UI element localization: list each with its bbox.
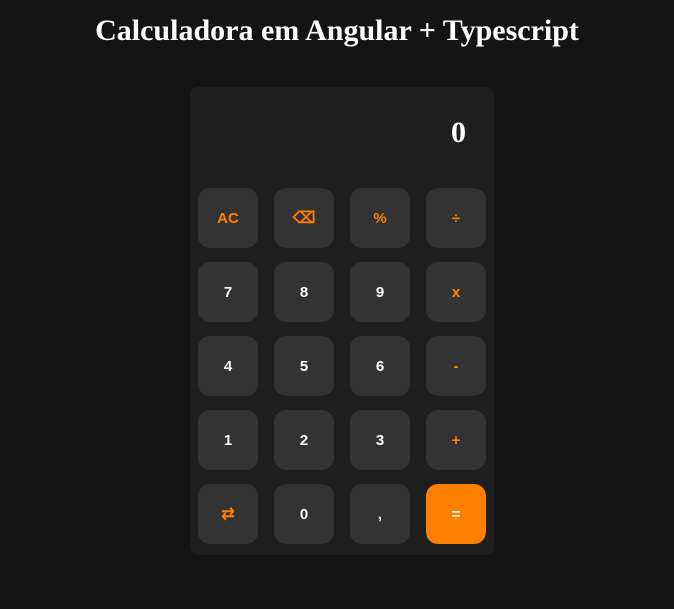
clear-button[interactable]: AC — [198, 188, 258, 248]
digit-8-button[interactable]: 8 — [274, 262, 334, 322]
digit-1-button[interactable]: 1 — [198, 410, 258, 470]
divide-button[interactable]: ÷ — [426, 188, 486, 248]
decimal-button[interactable]: , — [350, 484, 410, 544]
calculator: 0 AC ⌫ % ÷ 7 8 9 x 4 5 6 - 1 2 3 + ⇄ 0 ,… — [190, 87, 494, 555]
backspace-button[interactable]: ⌫ — [274, 188, 334, 248]
backspace-icon: ⌫ — [292, 210, 316, 227]
digit-0-button[interactable]: 0 — [274, 484, 334, 544]
display: 0 — [190, 87, 494, 179]
toggle-sign-button[interactable]: ⇄ — [198, 484, 258, 544]
digit-3-button[interactable]: 3 — [350, 410, 410, 470]
equals-button[interactable]: = — [426, 484, 486, 544]
percent-button[interactable]: % — [350, 188, 410, 248]
multiply-button[interactable]: x — [426, 262, 486, 322]
swap-arrows-icon: ⇄ — [221, 506, 235, 523]
display-value: 0 — [451, 116, 466, 149]
digit-9-button[interactable]: 9 — [350, 262, 410, 322]
digit-6-button[interactable]: 6 — [350, 336, 410, 396]
digit-2-button[interactable]: 2 — [274, 410, 334, 470]
subtract-button[interactable]: - — [426, 336, 486, 396]
digit-7-button[interactable]: 7 — [198, 262, 258, 322]
digit-5-button[interactable]: 5 — [274, 336, 334, 396]
digit-4-button[interactable]: 4 — [198, 336, 258, 396]
keypad: AC ⌫ % ÷ 7 8 9 x 4 5 6 - 1 2 3 + ⇄ 0 , = — [198, 188, 486, 544]
add-button[interactable]: + — [426, 410, 486, 470]
page-title: Calculadora em Angular + Typescript — [95, 14, 579, 47]
